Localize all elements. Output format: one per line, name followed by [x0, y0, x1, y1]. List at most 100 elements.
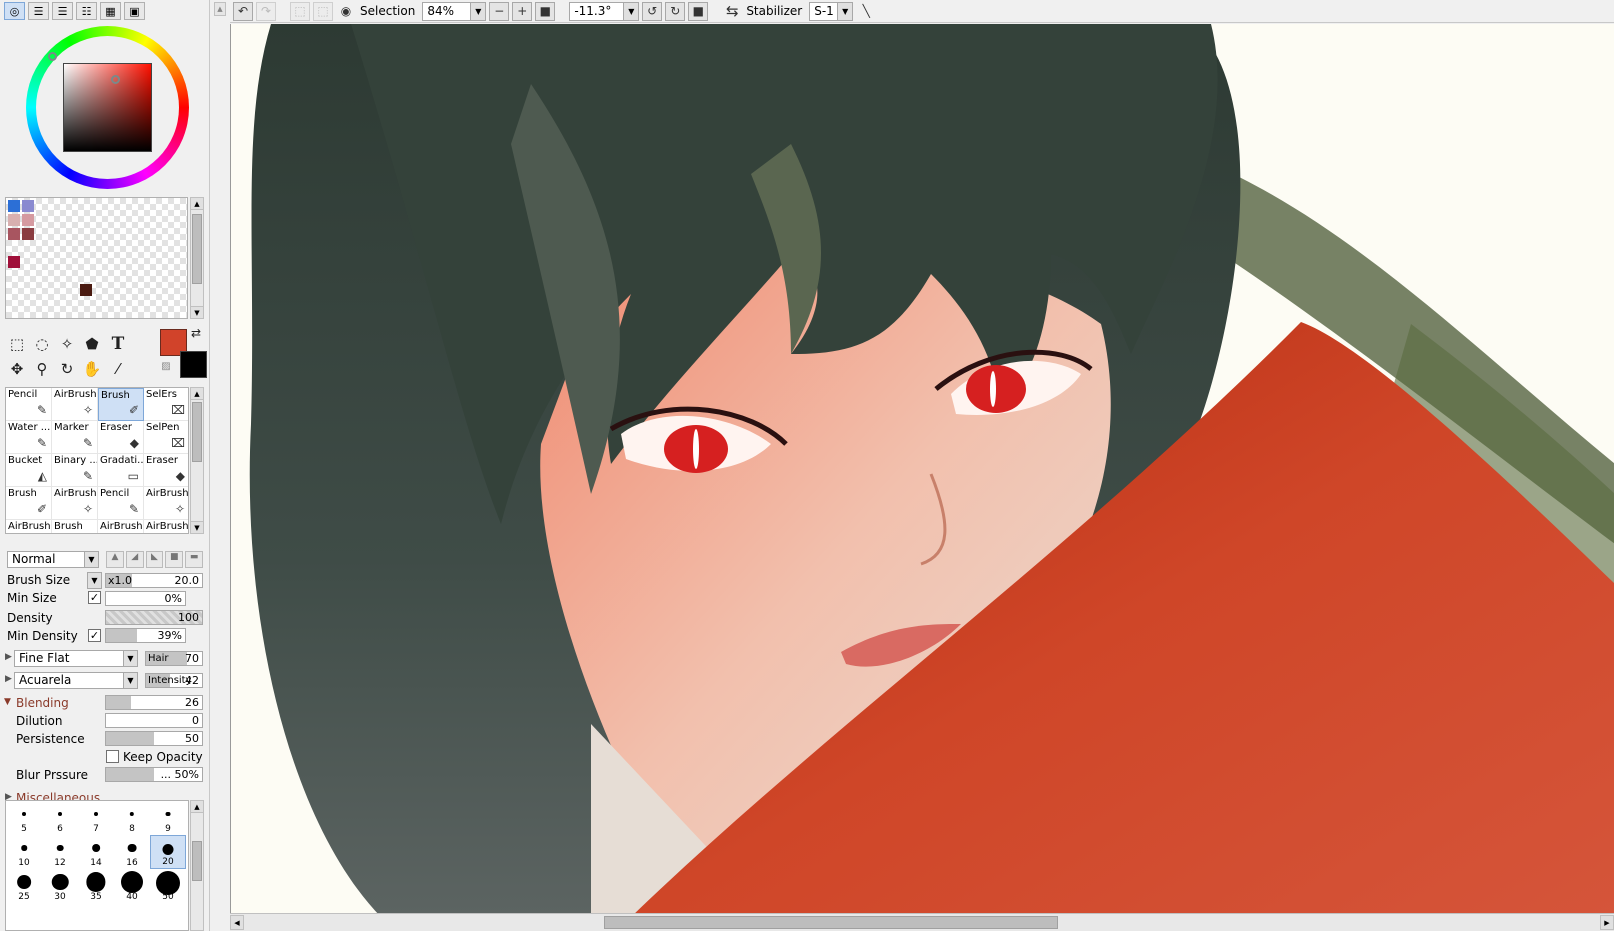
size-preset-35[interactable]: 35 — [78, 869, 114, 903]
brush-slot-marker[interactable]: Marker ✎ — [52, 421, 98, 454]
scroll-thumb[interactable] — [192, 214, 202, 284]
stabilizer-select[interactable]: S-1 ▼ — [809, 1, 854, 21]
rotate-icon[interactable]: ↻ — [56, 358, 78, 380]
brush-slot-brush[interactable]: Brush✐ — [6, 487, 52, 520]
deselect-icon[interactable]: ⬚ — [290, 1, 310, 21]
size-preset-40[interactable]: 40 — [114, 869, 150, 903]
brush-slot-gradati[interactable]: Gradati... ▭ — [98, 454, 144, 487]
brush-slot-brush[interactable]: Brush✐ — [98, 388, 144, 421]
undo-icon[interactable]: ↶ — [233, 1, 253, 21]
redo-icon[interactable]: ↷ — [256, 1, 276, 21]
shape-flat-icon[interactable]: ◣ — [145, 551, 164, 568]
swatch[interactable] — [8, 214, 20, 226]
brush-slot-airbrush[interactable]: AirBrush✧ — [98, 520, 144, 533]
zoom-icon[interactable]: ⚲ — [31, 358, 53, 380]
shape-round-icon[interactable]: ▲ — [106, 551, 124, 568]
brush-slot-pencil[interactable]: Pencil ✎ — [6, 388, 52, 421]
eyedropper-icon[interactable]: ⁄ — [107, 358, 129, 380]
blending-slider[interactable]: 26 — [105, 695, 203, 710]
lasso-icon[interactable]: ◌ — [31, 333, 53, 355]
brush-slot-pencil[interactable]: Pencil ✎ — [98, 487, 144, 520]
scroll-up-icon[interactable]: ▲ — [191, 801, 203, 813]
swatch[interactable] — [22, 228, 34, 240]
brush-grid-scrollbar[interactable]: ▲ ▼ — [190, 387, 204, 534]
rotation-select[interactable]: -11.3° ▼ — [569, 1, 640, 21]
size-preset-7[interactable]: 7 — [78, 801, 114, 835]
swatch[interactable] — [8, 200, 20, 212]
panel-splitter[interactable]: ▲ — [210, 0, 230, 931]
brush-slot-airbrush[interactable]: AirBrush✧ — [6, 520, 52, 533]
shape-hard-icon[interactable]: ▬ — [185, 551, 203, 568]
brush-slot-airbrush[interactable]: AirBrush✧ — [144, 520, 188, 533]
drawing-canvas[interactable] — [230, 24, 1614, 917]
horizontal-scrollbar[interactable]: ◀ ▶ — [230, 913, 1614, 931]
paper-texture-select[interactable]: Acuarela ▼ — [14, 672, 138, 689]
brush-size-slider[interactable]: x1.0 20.0 — [105, 573, 203, 588]
blur-pressure-slider[interactable]: ... 50% — [105, 767, 203, 782]
sv-picker-marker[interactable] — [111, 75, 120, 84]
brush-slot-brush[interactable]: Brush✐ — [52, 520, 98, 533]
transparent-color-icon[interactable]: ▨ — [158, 358, 174, 374]
hsv-slider-tab-icon[interactable]: ☰ — [52, 2, 73, 20]
magic-wand-icon[interactable]: ✧ — [56, 333, 78, 355]
rotate-left-icon[interactable]: ↺ — [642, 1, 663, 21]
scroll-up-icon[interactable]: ▲ — [191, 198, 203, 210]
size-preset-50[interactable]: 50 — [150, 869, 186, 903]
brush-slot-airbrush[interactable]: AirBrush✧ — [52, 388, 98, 421]
scratchpad-tab-icon[interactable]: ▣ — [124, 2, 145, 20]
swatch-scrollbar[interactable]: ▲ ▼ — [190, 197, 204, 319]
color-wheel-tab-icon[interactable]: ◎ — [4, 2, 25, 20]
swatch-palette[interactable] — [5, 197, 188, 319]
size-preset-12[interactable]: 12 — [42, 835, 78, 869]
move-icon[interactable]: ✥ — [6, 358, 28, 380]
size-preset-6[interactable]: 6 — [42, 801, 78, 835]
blending-section-label[interactable]: Blending — [16, 696, 69, 710]
min-density-slider[interactable]: 39% — [105, 628, 186, 643]
background-color[interactable] — [180, 351, 207, 378]
shape-soft-icon[interactable]: ◢ — [125, 551, 144, 568]
zoom-in-icon[interactable]: + — [512, 1, 533, 21]
blend-mode-select[interactable]: Normal ▼ — [7, 551, 99, 568]
collapse-arrow-icon[interactable]: ▼ — [4, 697, 11, 707]
color-grid-tab-icon[interactable]: ▦ — [100, 2, 121, 20]
rect-select-icon[interactable]: ⬚ — [6, 333, 28, 355]
brush-slot-airbrush[interactable]: AirBrush✧ — [144, 487, 188, 520]
shape-icon[interactable]: ⬟ — [81, 333, 103, 355]
swatch-list-tab-icon[interactable]: ☷ — [76, 2, 97, 20]
persistence-slider[interactable]: 50 — [105, 731, 203, 746]
eye-icon[interactable]: ◉ — [336, 2, 356, 21]
scroll-thumb[interactable] — [604, 916, 1058, 929]
shape-square-icon[interactable]: ■ — [165, 551, 184, 568]
rotation-reset-icon[interactable]: ■ — [688, 1, 709, 21]
brush-slot-eraser[interactable]: Eraser ◆ — [144, 454, 188, 487]
brush-slot-binary[interactable]: Binary ... ✎ — [52, 454, 98, 487]
zoom-reset-icon[interactable]: ■ — [535, 1, 556, 21]
size-preset-8[interactable]: 8 — [114, 801, 150, 835]
swatch[interactable] — [22, 214, 34, 226]
expand-arrow-icon[interactable]: ▶ — [5, 674, 12, 684]
dilution-slider[interactable]: 0 — [105, 713, 203, 728]
size-preset-30[interactable]: 30 — [42, 869, 78, 903]
brush-slot-selers[interactable]: SelErs ⌧ — [144, 388, 188, 421]
brush-slot-bucket[interactable]: Bucket ◭ — [6, 454, 52, 487]
min-size-checkbox[interactable]: ✓ — [88, 591, 101, 604]
text-tool-icon[interactable]: T — [107, 333, 129, 355]
min-density-checkbox[interactable]: ✓ — [88, 629, 101, 642]
brush-slot-water[interactable]: Water ... ✎ — [6, 421, 52, 454]
size-preset-16[interactable]: 16 — [114, 835, 150, 869]
zoom-select[interactable]: 84% ▼ — [422, 1, 487, 21]
size-preset-9[interactable]: 9 — [150, 801, 186, 835]
rgb-slider-tab-icon[interactable]: ☰ — [28, 2, 49, 20]
hue-picker-marker[interactable] — [48, 52, 57, 61]
brush-shape-strength-slider[interactable]: Hair 70 — [145, 651, 203, 666]
keep-opacity-checkbox[interactable] — [106, 750, 119, 763]
min-size-slider[interactable]: 0% — [105, 591, 186, 606]
brush-shape-select[interactable]: Fine Flat ▼ — [14, 650, 138, 667]
invert-selection-icon[interactable]: ⬚ — [313, 1, 333, 21]
brush-slot-eraser[interactable]: Eraser ◆ — [98, 421, 144, 454]
brush-slot-selpen[interactable]: SelPen ⌧ — [144, 421, 188, 454]
straight-line-icon[interactable]: ╲ — [856, 2, 876, 21]
swatch[interactable] — [8, 228, 20, 240]
scroll-thumb[interactable] — [192, 841, 202, 881]
swatch[interactable] — [80, 284, 92, 296]
